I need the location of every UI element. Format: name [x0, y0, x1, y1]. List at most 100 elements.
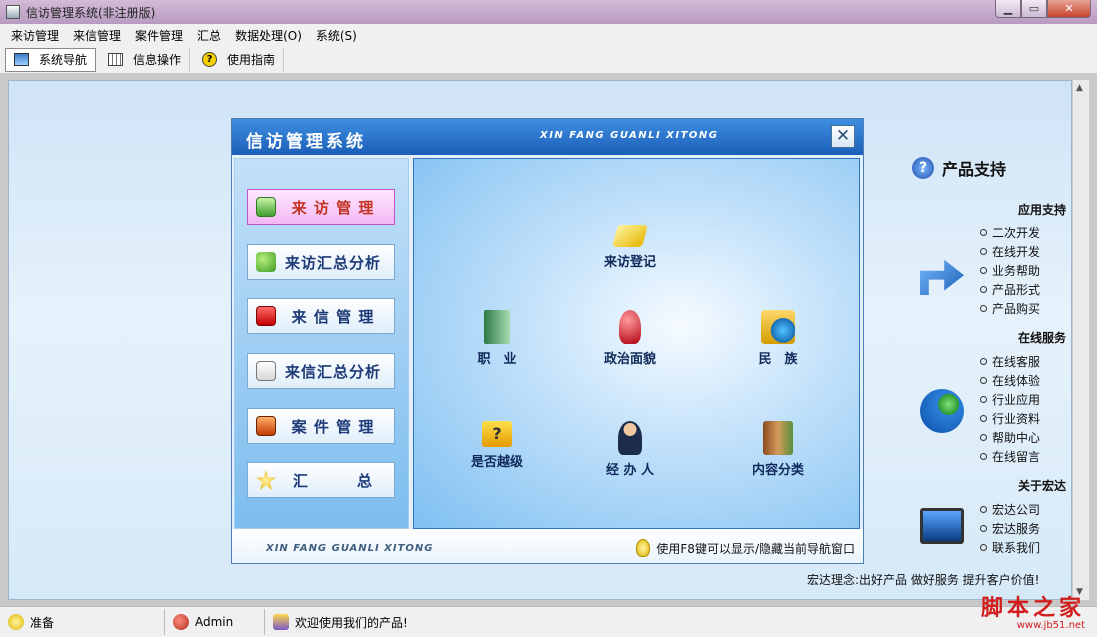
dialog-title: 信访管理系统	[246, 132, 366, 152]
watermark-url: www.jb51.net	[1016, 620, 1085, 631]
link-company[interactable]: 宏达公司	[980, 500, 1040, 519]
system-nav-button[interactable]: 系统导航	[5, 47, 97, 72]
book-icon	[256, 361, 276, 381]
dialog-title-bar: 信访管理系统 XIN FANG GUANLI XITONG ✕	[232, 119, 863, 155]
nav-visit-analysis[interactable]: 来访汇总分析	[247, 244, 395, 280]
menu-letter[interactable]: 来信管理	[66, 27, 128, 44]
globe-icon	[920, 389, 964, 433]
online-service-list: 在线客服 在线体验 行业应用 行业资料 帮助中心 在线留言	[980, 352, 1040, 466]
close-button[interactable]: ✕	[1047, 0, 1091, 18]
menu-visit[interactable]: 来访管理	[4, 27, 66, 44]
link-online-trial[interactable]: 在线体验	[980, 371, 1040, 390]
feature-category[interactable]: 内容分类	[730, 421, 826, 478]
feature-visit-register[interactable]: 来访登记	[582, 217, 678, 270]
about-head: 关于宏达	[1017, 479, 1066, 493]
books-icon	[763, 421, 793, 455]
nav-summary[interactable]: 汇 总	[247, 462, 395, 498]
window-controls: ▁ ▭ ✕	[995, 0, 1091, 18]
user-guide-label: 使用指南	[227, 53, 276, 67]
menu-summary[interactable]: 汇总	[190, 27, 228, 44]
f8-hint-text: 使用F8键可以显示/隐藏当前导航窗口	[656, 541, 855, 556]
globe-folder-icon	[761, 310, 795, 344]
status-bar: 准备 Admin 欢迎使用我们的产品!	[0, 606, 1097, 637]
link-online-dev[interactable]: 在线开发	[980, 242, 1040, 261]
menu-bar: 来访管理 来信管理 案件管理 汇总 数据处理(O) 系统(S)	[0, 24, 1097, 46]
menu-system[interactable]: 系统(S)	[309, 27, 364, 44]
product-support-panel: ? 产品支持 应用支持 二次开发 在线开发 业务帮助 产品形式 产品购买 在线服…	[912, 156, 1072, 556]
person-icon	[619, 310, 641, 344]
bulb-status-icon	[8, 614, 24, 630]
online-service-head: 在线服务	[1017, 331, 1066, 345]
feature-job[interactable]: 职 业	[449, 310, 545, 367]
f8-hint: 使用F8键可以显示/隐藏当前导航窗口	[636, 539, 855, 557]
help-circle-icon: ?	[912, 157, 934, 179]
link-business-help[interactable]: 业务帮助	[980, 261, 1040, 280]
status-ready: 准备	[0, 609, 165, 635]
support-title: ? 产品支持	[912, 156, 1006, 180]
link-contact[interactable]: 联系我们	[980, 538, 1040, 557]
nav-case-management[interactable]: 案 件 管 理	[247, 408, 395, 444]
pen-icon	[612, 225, 648, 247]
info-ops-button[interactable]: 信息操作	[96, 47, 191, 72]
about-list: 宏达公司 宏达服务 联系我们	[980, 500, 1040, 557]
system-nav-label: 系统导航	[39, 53, 88, 67]
monitor-icon	[14, 53, 29, 66]
link-secondary-dev[interactable]: 二次开发	[980, 223, 1040, 242]
nav-letter-analysis[interactable]: 来信汇总分析	[247, 353, 395, 389]
status-user: Admin	[165, 609, 265, 635]
status-welcome: 欢迎使用我们的产品!	[265, 609, 415, 635]
user-guide-button[interactable]: ? 使用指南	[190, 47, 285, 72]
vertical-scrollbar[interactable]: ▲ ▼	[1072, 80, 1089, 600]
minimize-button[interactable]: ▁	[995, 0, 1021, 18]
question-folder-icon: ?	[482, 421, 512, 447]
window-title: 信访管理系统(非注册版)	[26, 5, 156, 20]
maximize-button[interactable]: ▭	[1021, 0, 1047, 18]
feature-escalate[interactable]: ? 是否越级	[449, 421, 545, 470]
link-services[interactable]: 宏达服务	[980, 519, 1040, 538]
app-support-list: 二次开发 在线开发 业务帮助 产品形式 产品购买	[980, 223, 1040, 318]
dialog-footer: XIN FANG GUANLI XITONG 使用F8键可以显示/隐藏当前导航窗…	[232, 529, 863, 563]
nav-letter-management[interactable]: 来 信 管 理	[247, 298, 395, 334]
star-icon	[256, 470, 276, 490]
nav-panel: 来 访 管 理 来访汇总分析 来 信 管 理 来信汇总分析 案 件 管 理 汇 …	[234, 158, 409, 529]
link-product-form[interactable]: 产品形式	[980, 280, 1040, 299]
link-industry-apps[interactable]: 行业应用	[980, 390, 1040, 409]
menu-case[interactable]: 案件管理	[128, 27, 190, 44]
nav-visit-management[interactable]: 来 访 管 理	[247, 189, 395, 225]
presentation-icon	[256, 416, 276, 436]
dialog-title-en: XIN FANG GUANLI XITONG	[540, 130, 719, 141]
link-online-service[interactable]: 在线客服	[980, 352, 1040, 371]
alert-icon	[256, 306, 276, 326]
product-status-icon	[273, 614, 289, 630]
navigation-dialog: 信访管理系统 XIN FANG GUANLI XITONG ✕ 来 访 管 理 …	[231, 118, 864, 564]
feature-panel: 来访登记 职 业 政治面貌 民 族 ? 是否越级 经 办 人 内容分类	[413, 158, 860, 529]
link-industry-docs[interactable]: 行业资料	[980, 409, 1040, 428]
user-card-icon	[256, 197, 276, 217]
link-product-purchase[interactable]: 产品购买	[980, 299, 1040, 318]
feature-ethnic[interactable]: 民 族	[730, 310, 826, 367]
watermark-text: 脚本之家	[980, 596, 1085, 621]
title-bar: 信访管理系统(非注册版) ▁ ▭ ✕	[0, 0, 1097, 24]
help-icon: ?	[202, 52, 218, 67]
lightbulb-icon	[636, 539, 651, 557]
folder-icon	[484, 310, 510, 344]
feature-political[interactable]: 政治面貌	[582, 310, 678, 367]
scroll-up-icon[interactable]: ▲	[1076, 83, 1083, 93]
officer-icon	[618, 421, 642, 455]
menu-data[interactable]: 数据处理(O)	[228, 27, 309, 44]
link-leave-message[interactable]: 在线留言	[980, 447, 1040, 466]
monitor-icon-support	[920, 508, 964, 544]
link-help-center[interactable]: 帮助中心	[980, 428, 1040, 447]
footer-title-en: XIN FANG GUANLI XITONG	[266, 543, 434, 554]
company-motto: 宏达理念:出好产品 做好服务 提升客户价值!	[807, 573, 1040, 587]
info-ops-label: 信息操作	[133, 53, 182, 67]
feature-handler[interactable]: 经 办 人	[582, 421, 678, 478]
app-support-head: 应用支持	[1017, 203, 1066, 217]
app-icon	[6, 5, 20, 19]
toolbar: 系统导航 信息操作 ? 使用指南	[0, 46, 1097, 74]
grid-icon	[108, 53, 124, 66]
users-icon	[256, 252, 276, 272]
dialog-close-button[interactable]: ✕	[831, 125, 855, 148]
user-status-icon	[173, 614, 189, 630]
arrow-icon	[920, 259, 964, 295]
